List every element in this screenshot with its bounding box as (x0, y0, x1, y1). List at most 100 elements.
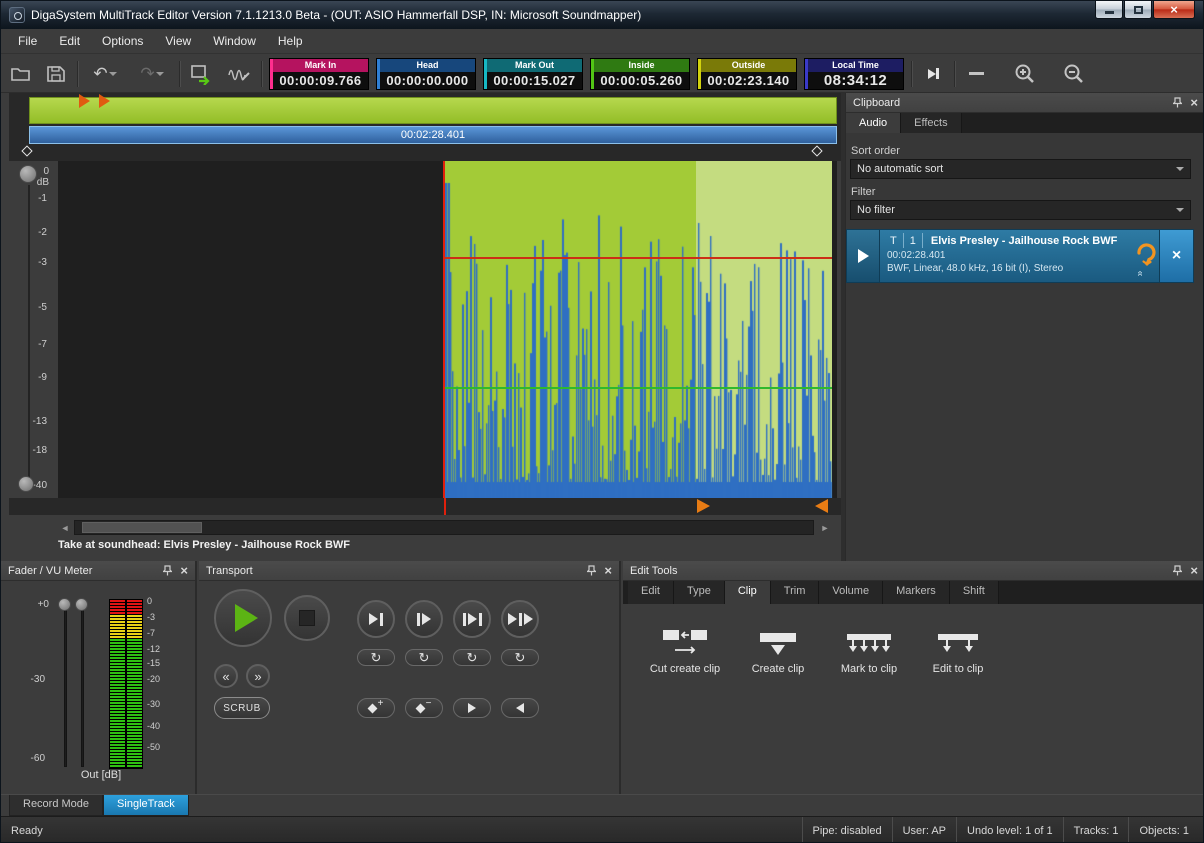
close-panel-icon[interactable]: × (604, 564, 612, 577)
time-display-mark-in[interactable]: Mark In 00:00:09.766 (269, 58, 369, 90)
menu-edit[interactable]: Edit (48, 30, 91, 52)
tab-markers[interactable]: Markers (883, 581, 950, 604)
play-between-marks-button[interactable] (453, 600, 491, 638)
time-display-local-time[interactable]: Local Time 08:34:12 (804, 58, 904, 90)
fader-track-left[interactable] (64, 605, 67, 767)
waveform-view[interactable] (58, 161, 837, 498)
range-diamond-left-icon[interactable] (21, 145, 32, 156)
play-around-cursor-button[interactable] (501, 600, 539, 638)
nudge-forward-button[interactable] (453, 698, 491, 718)
loop-between-marks-button[interactable]: ↻ (453, 649, 491, 666)
play-to-mark-button[interactable] (357, 600, 395, 638)
overview-duration-bar[interactable]: 00:02:28.401 (29, 126, 837, 144)
close-button[interactable]: × (1153, 1, 1195, 19)
volume-envelope-line[interactable] (444, 387, 832, 389)
set-mark-in-button[interactable]: + (357, 698, 395, 718)
scroll-right-icon[interactable]: ► (817, 518, 833, 537)
scrollbar-thumb[interactable] (82, 522, 202, 533)
menu-file[interactable]: File (7, 30, 48, 52)
menu-options[interactable]: Options (91, 30, 154, 52)
go-to-soundhead-button[interactable] (919, 60, 947, 88)
item-remove-button[interactable]: × (1159, 230, 1193, 282)
mark-to-clip-button[interactable]: Mark to clip (821, 621, 917, 675)
range-diamond-right-icon[interactable] (811, 145, 822, 156)
tab-record-mode[interactable]: Record Mode (9, 795, 103, 816)
play-button[interactable] (214, 589, 272, 647)
overview-strip[interactable]: 00:02:28.401 (9, 93, 841, 161)
time-display-head[interactable]: Head 00:00:00.000 (376, 58, 476, 90)
tab-effects[interactable]: Effects (901, 113, 961, 133)
menu-view[interactable]: View (154, 30, 202, 52)
waveform-edit-button[interactable] (224, 60, 254, 88)
scroll-left-icon[interactable]: ◄ (57, 518, 73, 537)
undo-button[interactable]: ↶ (85, 60, 125, 88)
minimize-button[interactable] (1095, 1, 1123, 19)
scrub-button[interactable]: SCRUB (214, 697, 270, 719)
time-display-outside[interactable]: Outside 00:02:23.140 (697, 58, 797, 90)
clip-marker-right-icon[interactable] (697, 499, 710, 513)
undo-dropdown-icon[interactable] (109, 72, 117, 80)
stop-button[interactable] (284, 595, 330, 641)
item-info[interactable]: T 1 Elvis Presley - Jailhouse Rock BWF 0… (880, 230, 1133, 282)
collapse-chevron-icon[interactable]: » (1135, 271, 1146, 277)
redo-dropdown-icon[interactable] (156, 72, 164, 80)
create-clip-button[interactable]: Create clip (730, 621, 826, 675)
zoom-out-button[interactable] (1060, 60, 1088, 88)
set-mark-out-button[interactable]: − (405, 698, 443, 718)
waveform-canvas[interactable] (58, 161, 837, 498)
sort-order-select[interactable]: No automatic sort (850, 159, 1191, 179)
tab-volume[interactable]: Volume (819, 581, 883, 604)
loop-from-mark-button[interactable]: ↻ (405, 649, 443, 666)
zoom-fit-button[interactable] (962, 60, 990, 88)
cut-create-clip-button[interactable]: Cut create clip (637, 621, 733, 675)
close-panel-icon[interactable]: × (180, 564, 188, 577)
fader-knob-right[interactable] (75, 598, 88, 611)
tab-trim[interactable]: Trim (771, 581, 820, 604)
tab-edit[interactable]: Edit (628, 581, 674, 604)
redo-button[interactable]: ↷ (132, 60, 172, 88)
zoom-in-button[interactable] (1011, 60, 1039, 88)
time-display-mark-out[interactable]: Mark Out 00:00:15.027 (483, 58, 583, 90)
pin-icon[interactable] (1173, 97, 1182, 108)
horizontal-scrollbar[interactable]: ◄ ► (9, 518, 841, 537)
overview-marker-in-icon[interactable] (79, 94, 90, 108)
status-ready: Ready (1, 825, 43, 837)
overview-marker-out-icon[interactable] (99, 94, 110, 108)
menu-help[interactable]: Help (267, 30, 314, 52)
close-panel-icon[interactable]: × (1190, 564, 1198, 577)
play-from-mark-button[interactable] (405, 600, 443, 638)
fader-knob-left[interactable] (58, 598, 71, 611)
pin-icon[interactable] (587, 565, 596, 576)
time-display-inside[interactable]: Inside 00:00:05.260 (590, 58, 690, 90)
menu-window[interactable]: Window (202, 30, 267, 52)
tab-singletrack[interactable]: SingleTrack (103, 795, 189, 816)
edit-to-clip-button[interactable]: Edit to clip (910, 621, 1006, 675)
clip-marker-left-icon[interactable] (815, 499, 828, 513)
loop-around-cursor-button[interactable]: ↻ (501, 649, 539, 666)
item-play-button[interactable] (847, 230, 880, 282)
fader-track-right[interactable] (81, 605, 84, 767)
scrollbar-track[interactable] (74, 520, 814, 535)
maximize-button[interactable] (1124, 1, 1152, 19)
loop-to-mark-button[interactable]: ↻ (357, 649, 395, 666)
tab-shift[interactable]: Shift (950, 581, 999, 604)
rewind-button[interactable]: « (214, 664, 238, 688)
pin-icon[interactable] (163, 565, 172, 576)
save-button[interactable] (42, 60, 70, 88)
export-icon (190, 63, 214, 85)
export-to-track-button[interactable] (187, 60, 217, 88)
tab-clip[interactable]: Clip (725, 581, 771, 604)
transport-title: Transport (206, 565, 253, 577)
level-fader-knob[interactable] (18, 476, 34, 492)
soundhead-cursor[interactable] (443, 161, 445, 498)
nudge-back-button[interactable] (501, 698, 539, 718)
forward-button[interactable]: » (246, 664, 270, 688)
open-button[interactable] (7, 60, 35, 88)
tab-type[interactable]: Type (674, 581, 725, 604)
filter-select[interactable]: No filter (850, 200, 1191, 220)
close-panel-icon[interactable]: × (1190, 96, 1198, 109)
overview-take-bar[interactable] (29, 97, 837, 124)
tab-audio[interactable]: Audio (846, 113, 901, 133)
pin-icon[interactable] (1173, 565, 1182, 576)
clipboard-item[interactable]: T 1 Elvis Presley - Jailhouse Rock BWF 0… (846, 229, 1194, 283)
